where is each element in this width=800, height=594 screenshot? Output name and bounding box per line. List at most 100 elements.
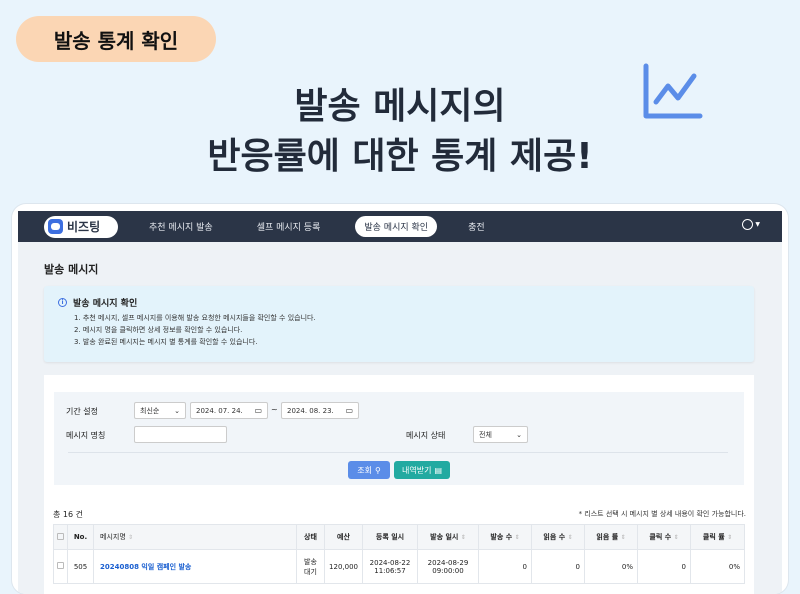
sort-icon: ⇕ <box>727 534 733 541</box>
date-from-value: 2024. 07. 24. <box>196 406 243 415</box>
date-separator: ~ <box>271 405 278 414</box>
order-select-value: 최신순 <box>140 406 160 415</box>
filter-box: 기간 설정 최신순 ⌄ 2024. 07. 24. ▭ ~ 2024. 08. … <box>54 392 744 485</box>
message-table: No. 메시지명 ⇕ 상태 예산 등록 일시 발송 일시 ⇕ 발송 수 ⇕ 읽음… <box>53 524 745 584</box>
table-header-row: No. 메시지명 ⇕ 상태 예산 등록 일시 발송 일시 ⇕ 발송 수 ⇕ 읽음… <box>53 524 745 550</box>
header-click-rate[interactable]: 클릭 률 ⇕ <box>690 524 745 550</box>
cell-click-rate: 0% <box>690 549 745 584</box>
calendar-icon[interactable]: ▭ <box>254 406 262 415</box>
header-checkbox-cell <box>53 524 68 550</box>
list-note: * 리스트 선택 시 메시지 별 상세 내용이 확인 가능합니다. <box>578 510 746 518</box>
info-line: 3. 발송 완료된 메시지는 메시지 별 통계를 확인할 수 있습니다. <box>74 338 258 346</box>
header-status: 상태 <box>296 524 325 550</box>
chevron-down-icon: ⌄ <box>516 430 522 439</box>
info-list: 1. 추천 메시지, 셀프 메시지를 이용해 발송 요청한 메시지들을 확인할 … <box>74 312 316 348</box>
status-select[interactable]: 전체 ⌄ <box>473 426 528 443</box>
app-window: 비즈팅 추천 메시지 발송 셀프 메시지 등록 발송 메시지 확인 충전 ▼ 발… <box>12 204 788 594</box>
header-send-date-text: 발송 일시 <box>430 533 459 541</box>
headline-line2: 반응률에 대한 통계 제공! <box>207 136 593 177</box>
main-content: 발송 메시지 i 발송 메시지 확인 1. 추천 메시지, 셀프 메시지를 이용… <box>18 242 782 594</box>
chat-logo-icon <box>48 219 63 234</box>
table-row[interactable]: 505 20240808 익일 캠페인 발송 발송 대기 120,000 2024… <box>53 549 745 584</box>
download-file-icon: ▤ <box>434 465 442 475</box>
message-name-label: 메시지 명칭 <box>66 431 106 440</box>
cell-send-count: 0 <box>478 549 532 584</box>
status-line1: 발송 <box>304 557 317 566</box>
row-checkbox[interactable] <box>57 562 64 569</box>
header-send-count-text: 발송 수 <box>490 533 513 541</box>
period-label: 기간 설정 <box>66 407 98 416</box>
message-name-input[interactable] <box>134 426 227 443</box>
info-line: 1. 추천 메시지, 셀프 메시지를 이용해 발송 요청한 메시지들을 확인할 … <box>74 314 316 322</box>
status-select-value: 전체 <box>479 430 492 439</box>
calendar-icon[interactable]: ▭ <box>345 406 353 415</box>
header-read-rate-text: 읽음 률 <box>596 533 619 541</box>
cell-no: 505 <box>67 549 94 584</box>
date-to-input[interactable]: 2024. 08. 23. ▭ <box>281 402 359 419</box>
order-select[interactable]: 최신순 ⌄ <box>134 402 186 419</box>
cell-click-count: 0 <box>637 549 691 584</box>
header-click-rate-text: 클릭 률 <box>702 533 725 541</box>
search-icon: ⚲ <box>374 465 381 475</box>
header-send-count[interactable]: 발송 수 ⇕ <box>478 524 532 550</box>
nav-item-recommend[interactable]: 추천 메시지 발송 <box>140 216 222 237</box>
reg-time: 11:06:57 <box>374 566 406 575</box>
user-icon <box>742 219 754 230</box>
user-menu[interactable]: ▼ <box>742 219 760 230</box>
sort-icon: ⇕ <box>620 534 626 541</box>
cell-read-rate: 0% <box>584 549 638 584</box>
line-chart-icon <box>643 63 703 119</box>
nav-item-charge[interactable]: 충전 <box>459 216 494 237</box>
logo-text: 비즈팅 <box>67 220 101 234</box>
sort-icon: ⇕ <box>128 534 134 541</box>
total-count: 총 16 건 <box>53 510 83 519</box>
list-panel: 기간 설정 최신순 ⌄ 2024. 07. 24. ▭ ~ 2024. 08. … <box>44 375 754 594</box>
info-box: i 발송 메시지 확인 1. 추천 메시지, 셀프 메시지를 이용해 발송 요청… <box>44 286 754 362</box>
logo[interactable]: 비즈팅 <box>44 215 118 238</box>
header-click-count[interactable]: 클릭 수 ⇕ <box>637 524 691 550</box>
sort-icon: ⇕ <box>673 534 679 541</box>
sort-icon: ⇕ <box>514 534 520 541</box>
header-reg-date: 등록 일시 <box>362 524 418 550</box>
info-title: 발송 메시지 확인 <box>73 299 138 309</box>
info-line: 2. 메시지 명을 클릭하면 상세 정보를 확인할 수 있습니다. <box>74 326 243 334</box>
info-icon: i <box>58 298 67 307</box>
cell-read-count: 0 <box>531 549 585 584</box>
export-button-label: 내역받기 <box>401 465 432 475</box>
send-date: 2024-08-29 <box>427 558 469 567</box>
cell-send-date: 2024-08-29 09:00:00 <box>417 549 479 584</box>
search-button-label: 조회 <box>357 465 372 475</box>
cell-budget: 120,000 <box>324 549 363 584</box>
header-read-rate[interactable]: 읽음 률 ⇕ <box>584 524 638 550</box>
divider <box>68 452 728 453</box>
reg-date: 2024-08-22 <box>369 558 411 567</box>
date-from-input[interactable]: 2024. 07. 24. ▭ <box>190 402 268 419</box>
header-send-date[interactable]: 발송 일시 ⇕ <box>417 524 479 550</box>
export-button[interactable]: 내역받기 ▤ <box>394 461 450 479</box>
message-status-label: 메시지 상태 <box>406 431 446 440</box>
send-time: 09:00:00 <box>432 566 464 575</box>
header-click-count-text: 클릭 수 <box>649 533 672 541</box>
select-all-checkbox[interactable] <box>57 532 64 540</box>
chevron-down-icon: ⌄ <box>174 406 180 415</box>
caret-down-icon: ▼ <box>755 221 760 228</box>
header-message-name-text: 메시지명 <box>100 533 126 541</box>
cell-reg-date: 2024-08-22 11:06:57 <box>362 549 418 584</box>
nav-item-self-register[interactable]: 셀프 메시지 등록 <box>248 216 330 237</box>
row-checkbox-cell <box>53 549 68 584</box>
cell-status: 발송 대기 <box>296 549 325 584</box>
search-button[interactable]: 조회 ⚲ <box>348 461 390 479</box>
top-nav: 비즈팅 추천 메시지 발송 셀프 메시지 등록 발송 메시지 확인 충전 ▼ <box>18 211 782 242</box>
date-to-value: 2024. 08. 23. <box>287 406 334 415</box>
section-badge: 발송 통계 확인 <box>16 16 216 62</box>
header-message-name[interactable]: 메시지명 ⇕ <box>93 524 297 550</box>
status-line2: 대기 <box>304 567 317 576</box>
info-title-row: i 발송 메시지 확인 <box>58 296 137 309</box>
nav-item-sent-messages[interactable]: 발송 메시지 확인 <box>355 216 438 237</box>
header-read-count-text: 읽음 수 <box>543 533 566 541</box>
header-no: No. <box>67 524 94 550</box>
header-read-count[interactable]: 읽음 수 ⇕ <box>531 524 585 550</box>
page-title: 발송 메시지 <box>44 263 99 276</box>
header-budget: 예산 <box>324 524 363 550</box>
cell-message-name-link[interactable]: 20240808 익일 캠페인 발송 <box>93 549 297 584</box>
